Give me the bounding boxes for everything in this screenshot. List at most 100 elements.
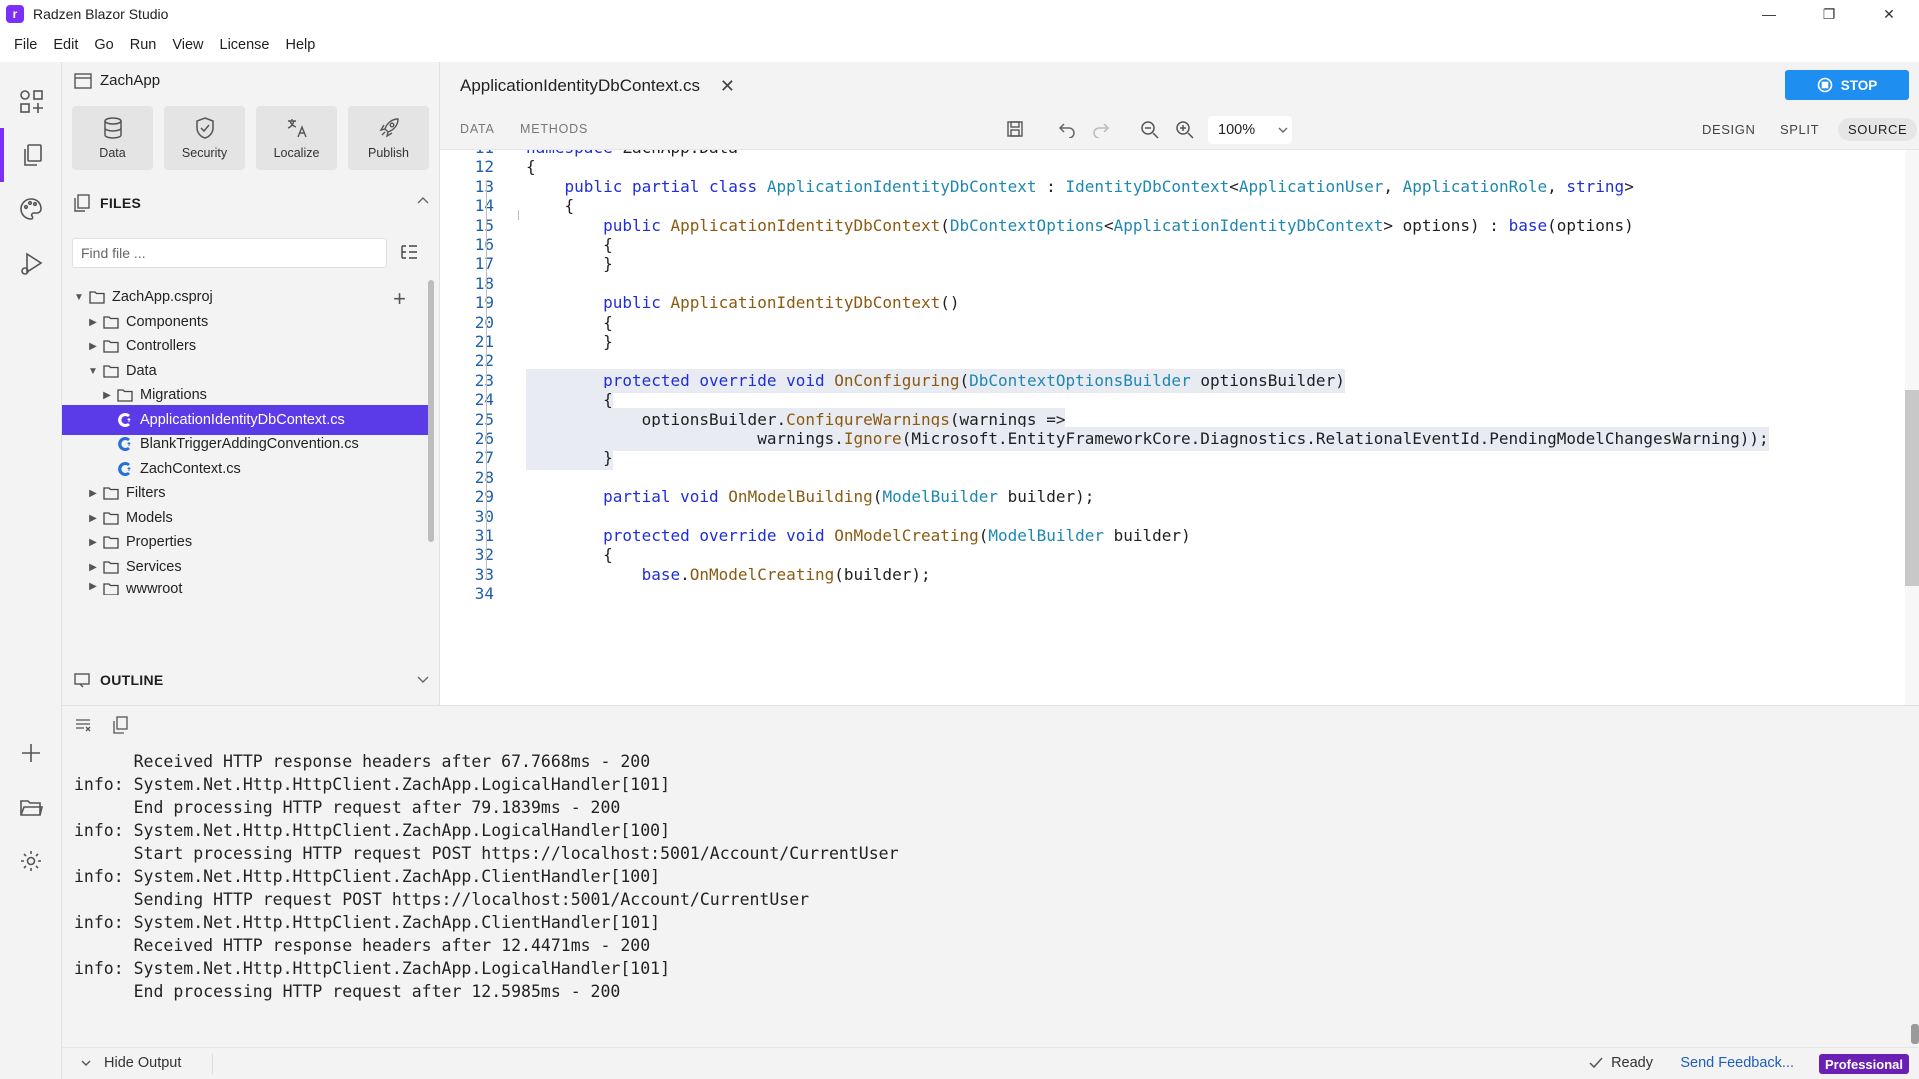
find-file-input[interactable] bbox=[72, 238, 387, 268]
tree-item-label: ApplicationIdentityDbContext.cs bbox=[140, 412, 345, 428]
editor-tab[interactable]: ApplicationIdentityDbContext.cs ✕ bbox=[440, 62, 747, 110]
code-token: protected override void bbox=[603, 370, 825, 390]
output-line: Received HTTP response headers after 12.… bbox=[74, 936, 651, 955]
code-token: ConfigureWarnings bbox=[786, 409, 950, 429]
code-token: { bbox=[526, 312, 613, 332]
settings-gear-icon[interactable] bbox=[0, 834, 62, 888]
caret-right-icon[interactable]: ▶ bbox=[86, 537, 100, 548]
code-token: DbContextOptionsBuilder bbox=[969, 370, 1191, 390]
activity-bar bbox=[0, 62, 62, 1079]
code-token: public bbox=[603, 293, 661, 313]
outline-section-header[interactable]: OUTLINE bbox=[74, 672, 430, 688]
code-token: ( bbox=[872, 487, 883, 507]
code-token: ApplicationIdentityDbContext bbox=[670, 215, 941, 235]
caret-right-icon[interactable]: ▶ bbox=[86, 488, 100, 499]
redo-icon[interactable] bbox=[1092, 120, 1110, 141]
editor-toolbar: DATA METHODS 100% DESIGN SPLIT SOURCE bbox=[440, 110, 1919, 150]
tab-data[interactable]: DATA bbox=[460, 122, 495, 136]
code-editor[interactable]: 11namespace ZachApp.Data12{13 public par… bbox=[440, 150, 1919, 705]
add-icon[interactable] bbox=[0, 726, 62, 780]
menu-edit[interactable]: Edit bbox=[45, 37, 86, 53]
caret-right-icon[interactable]: ▶ bbox=[86, 317, 100, 328]
close-window-button[interactable]: ✕ bbox=[1859, 0, 1919, 28]
caret-down-icon[interactable]: ▼ bbox=[86, 366, 100, 377]
tab-source[interactable]: SOURCE bbox=[1838, 118, 1918, 141]
status-ready: Ready bbox=[1589, 1055, 1653, 1071]
caret-right-icon[interactable]: ▶ bbox=[86, 513, 100, 524]
sidebar-scrollbar[interactable] bbox=[428, 280, 434, 542]
caret-right-icon[interactable]: ▶ bbox=[86, 341, 100, 352]
open-folder-icon[interactable] bbox=[0, 780, 62, 834]
output-line: info: System.Net.Http.HttpClient.ZachApp… bbox=[74, 821, 671, 840]
send-feedback-link[interactable]: Send Feedback... bbox=[1680, 1055, 1794, 1071]
caret-right-icon[interactable]: ▶ bbox=[86, 562, 100, 573]
stop-button[interactable]: STOP bbox=[1785, 70, 1909, 100]
code-token: IdentityDbContext bbox=[1065, 176, 1230, 196]
code-token: ModelBuilder bbox=[882, 487, 999, 507]
code-token: (Microsoft.EntityFrameworkCore.Diagnosti… bbox=[901, 429, 1769, 448]
hide-output-button[interactable]: Hide Output bbox=[80, 1055, 181, 1071]
zoom-in-icon[interactable] bbox=[1175, 120, 1195, 143]
components-icon[interactable] bbox=[0, 74, 62, 128]
files-header-label: FILES bbox=[100, 195, 142, 211]
data-tile-button[interactable]: Data bbox=[72, 106, 153, 170]
theme-palette-icon[interactable] bbox=[0, 182, 62, 236]
code-token: ApplicationIdentityDbContext bbox=[766, 176, 1037, 196]
project-header: ZachApp bbox=[74, 72, 160, 89]
output-toolbar bbox=[74, 716, 128, 734]
zoom-select[interactable]: 100% bbox=[1208, 116, 1292, 144]
menu-view[interactable]: View bbox=[164, 37, 211, 53]
tab-design[interactable]: DESIGN bbox=[1702, 122, 1755, 137]
minimize-button[interactable]: — bbox=[1739, 0, 1799, 28]
folder-icon bbox=[102, 534, 120, 550]
menu-license[interactable]: License bbox=[212, 37, 278, 53]
files-icon[interactable] bbox=[0, 128, 62, 182]
editor-scrollbar-thumb[interactable] bbox=[1905, 390, 1919, 586]
zoom-out-icon[interactable] bbox=[1140, 120, 1160, 143]
publish-tile-button[interactable]: Publish bbox=[348, 106, 429, 170]
code-token: partial void bbox=[603, 487, 719, 507]
output-scrollbar[interactable] bbox=[1911, 1024, 1919, 1044]
code-token: OnModelCreating bbox=[834, 526, 979, 545]
maximize-button[interactable]: ❐ bbox=[1799, 0, 1859, 28]
security-tile-button[interactable]: Security bbox=[164, 106, 245, 170]
copy-icon[interactable] bbox=[112, 716, 128, 734]
chevron-up-icon[interactable] bbox=[416, 194, 430, 208]
tab-split[interactable]: SPLIT bbox=[1780, 122, 1819, 137]
undo-icon[interactable] bbox=[1058, 120, 1076, 141]
save-icon[interactable] bbox=[1006, 120, 1024, 141]
menu-file[interactable]: File bbox=[6, 37, 45, 53]
code-token: () bbox=[940, 293, 960, 313]
output-line: Sending HTTP request POST https://localh… bbox=[74, 890, 810, 909]
run-debug-icon[interactable] bbox=[0, 236, 62, 290]
clear-output-icon[interactable] bbox=[74, 716, 92, 734]
chevron-down-icon[interactable] bbox=[416, 672, 430, 686]
tree-item-wwwroot[interactable]: ▶ wwwroot bbox=[62, 577, 428, 595]
files-section-header[interactable]: FILES bbox=[74, 194, 430, 212]
caret-right-icon[interactable]: ▶ bbox=[100, 390, 114, 401]
code-token: ApplicationIdentityDbContext bbox=[670, 293, 941, 313]
code-token: optionsBuilder. bbox=[526, 409, 787, 429]
localize-tile-button[interactable]: Localize bbox=[256, 106, 337, 170]
editor-tab-strip: ApplicationIdentityDbContext.cs ✕ STOP bbox=[440, 62, 1919, 110]
code-token: ApplicationIdentityDbContext bbox=[1113, 215, 1384, 235]
close-tab-icon[interactable]: ✕ bbox=[720, 76, 735, 97]
caret-right-icon[interactable]: ▶ bbox=[86, 581, 100, 592]
indent-guide bbox=[486, 180, 487, 580]
localize-tile-label: Localize bbox=[273, 146, 320, 160]
security-tile-label: Security bbox=[181, 146, 228, 160]
tab-methods[interactable]: METHODS bbox=[520, 122, 588, 136]
caret-down-icon[interactable]: ▼ bbox=[72, 292, 86, 303]
tree-item-label: Controllers bbox=[126, 338, 197, 354]
menu-help[interactable]: Help bbox=[277, 37, 323, 53]
code-token: OnConfiguring bbox=[834, 370, 960, 390]
menu-go[interactable]: Go bbox=[86, 37, 121, 53]
folder-icon bbox=[88, 289, 106, 305]
tree-view-toggle-icon[interactable] bbox=[400, 244, 418, 260]
tree-item-label: Components bbox=[126, 314, 209, 330]
menu-run[interactable]: Run bbox=[122, 37, 165, 53]
output-log: Received HTTP response headers after 67.… bbox=[74, 750, 899, 1003]
code-line[interactable]: 34 bbox=[440, 582, 1900, 606]
